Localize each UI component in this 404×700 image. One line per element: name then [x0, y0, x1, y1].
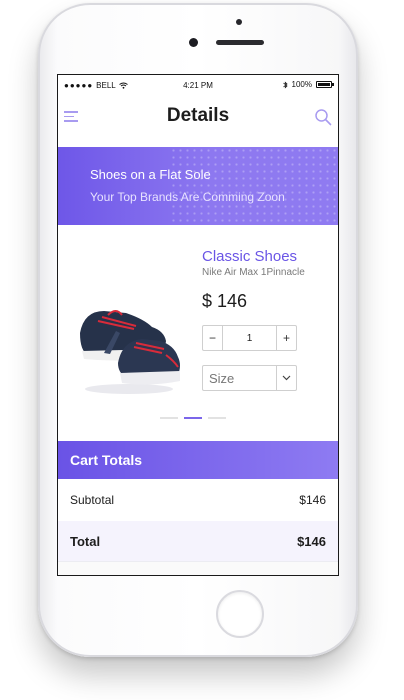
carousel-dot[interactable] [184, 417, 202, 419]
home-button[interactable] [216, 590, 264, 638]
carousel-dot[interactable] [208, 417, 226, 419]
front-camera [189, 38, 198, 47]
cart-totals-header: Cart Totals [58, 441, 338, 479]
quantity-value[interactable]: 1 [223, 326, 276, 350]
top-nav-bar: Details [58, 95, 338, 141]
app-screen: ●●●●● BELL 4:21 PM 100% Details Shoes on… [57, 74, 339, 576]
subtotal-value: $146 [299, 493, 326, 507]
search-icon[interactable] [314, 108, 332, 126]
promo-banner[interactable]: Shoes on a Flat Sole Your Top Brands Are… [58, 147, 338, 225]
earpiece-speaker [216, 40, 264, 45]
total-label: Total [70, 534, 101, 549]
cart-totals-title: Cart Totals [70, 452, 143, 468]
page-title: Details [166, 105, 230, 126]
subtotal-label: Subtotal [70, 493, 115, 507]
bottom-strip [58, 561, 338, 575]
sneaker-image [80, 310, 180, 394]
product-price: $ 146 [202, 291, 248, 311]
carousel-indicator [160, 417, 226, 419]
proximity-sensor [236, 19, 242, 25]
total-value: $146 [297, 534, 326, 549]
increase-quantity-button[interactable]: + [276, 326, 296, 350]
status-bar: ●●●●● BELL 4:21 PM 100% [58, 75, 338, 95]
chevron-down-icon [276, 366, 296, 390]
decrease-quantity-button[interactable]: − [203, 326, 223, 350]
bluetooth-icon [282, 80, 288, 89]
total-row: Total $146 [58, 521, 338, 561]
subtotal-row: Subtotal $146 [58, 479, 338, 522]
banner-title: Shoes on a Flat Sole [90, 167, 211, 182]
battery-icon [316, 81, 334, 88]
size-select-label: Size [209, 371, 235, 386]
product-name[interactable]: Classic Shoes [202, 248, 297, 265]
size-select[interactable]: Size [202, 365, 297, 391]
product-model: Nike Air Max 1Pinnacle [202, 267, 305, 278]
carousel-dot[interactable] [160, 417, 178, 419]
banner-subtitle: Your Top Brands Are Comming Zoon [90, 190, 285, 204]
battery-percent: 100% [291, 80, 312, 89]
quantity-stepper: − 1 + [202, 325, 297, 351]
